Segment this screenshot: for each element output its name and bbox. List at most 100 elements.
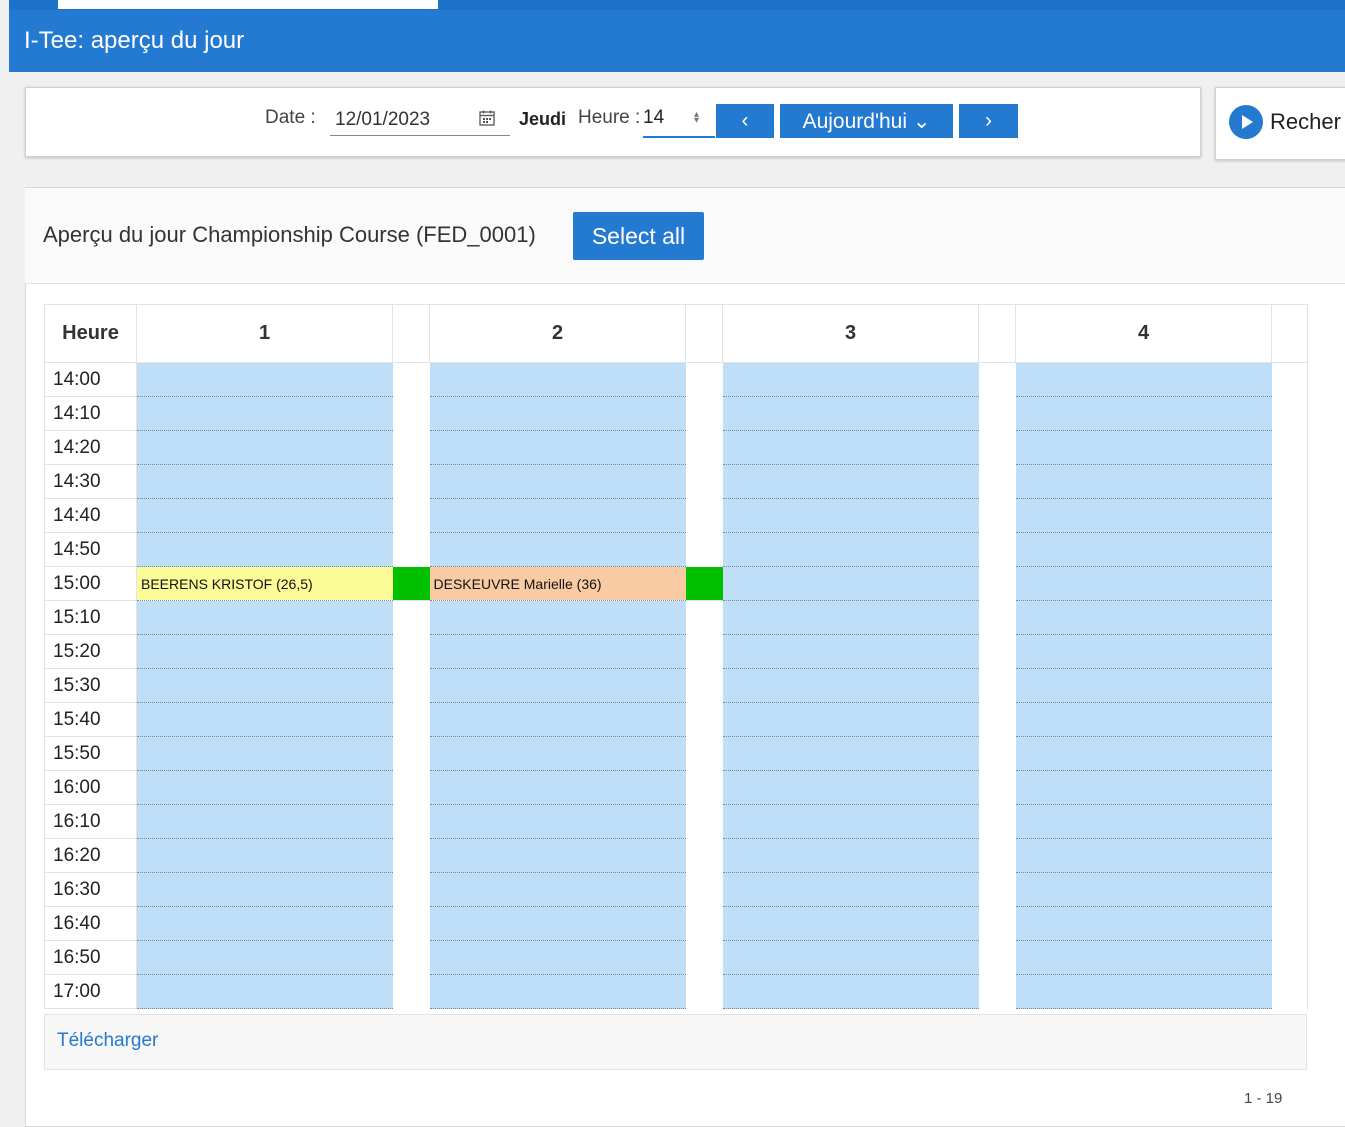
tee-slot[interactable] bbox=[136, 736, 393, 771]
tee-slot[interactable] bbox=[429, 838, 686, 873]
column-header-4[interactable]: 4 bbox=[1015, 304, 1272, 363]
slot-spacer bbox=[978, 430, 1016, 465]
tee-slot[interactable] bbox=[1015, 362, 1272, 397]
tee-slot[interactable] bbox=[1015, 566, 1272, 601]
slot-spacer bbox=[978, 770, 1016, 805]
tee-slot[interactable] bbox=[1015, 464, 1272, 499]
tee-slot[interactable] bbox=[136, 600, 393, 635]
tee-slot[interactable] bbox=[429, 770, 686, 805]
tee-slot[interactable] bbox=[1015, 430, 1272, 465]
column-header-3[interactable]: 3 bbox=[722, 304, 979, 363]
tee-slot[interactable] bbox=[722, 362, 979, 397]
time-cell: 15:50 bbox=[44, 736, 137, 771]
tee-slot[interactable] bbox=[429, 430, 686, 465]
search-button[interactable]: Recher bbox=[1228, 104, 1341, 140]
tee-slot[interactable] bbox=[429, 396, 686, 431]
tee-slot[interactable] bbox=[429, 532, 686, 567]
tee-slot[interactable] bbox=[136, 498, 393, 533]
tee-slot[interactable] bbox=[136, 906, 393, 941]
tee-slot[interactable] bbox=[722, 906, 979, 941]
tee-slot[interactable] bbox=[429, 940, 686, 975]
tee-slot[interactable] bbox=[136, 532, 393, 567]
tee-slot[interactable] bbox=[136, 872, 393, 907]
tee-slot[interactable] bbox=[722, 566, 979, 601]
tee-slot[interactable] bbox=[1015, 906, 1272, 941]
tee-slot[interactable] bbox=[429, 804, 686, 839]
tee-slot[interactable] bbox=[429, 668, 686, 703]
tee-slot[interactable] bbox=[1015, 974, 1272, 1009]
tee-slot[interactable] bbox=[722, 634, 979, 669]
tee-slot[interactable] bbox=[1015, 872, 1272, 907]
tee-slot[interactable] bbox=[136, 804, 393, 839]
tee-slot[interactable] bbox=[722, 600, 979, 635]
tee-slot[interactable] bbox=[429, 906, 686, 941]
tee-slot[interactable] bbox=[136, 430, 393, 465]
tee-slot[interactable] bbox=[429, 736, 686, 771]
column-header-1[interactable]: 1 bbox=[136, 304, 393, 363]
tee-slot[interactable] bbox=[429, 872, 686, 907]
tee-slot[interactable] bbox=[429, 974, 686, 1009]
slot-spacer bbox=[392, 634, 430, 669]
tee-slot[interactable] bbox=[722, 736, 979, 771]
tee-slot[interactable] bbox=[136, 940, 393, 975]
tee-slot[interactable] bbox=[1015, 532, 1272, 567]
tee-slot[interactable] bbox=[136, 974, 393, 1009]
tee-slot[interactable] bbox=[1015, 804, 1272, 839]
tee-slot[interactable] bbox=[1015, 770, 1272, 805]
tee-slot[interactable] bbox=[722, 702, 979, 737]
tee-slot[interactable] bbox=[722, 532, 979, 567]
tee-slot[interactable] bbox=[1015, 600, 1272, 635]
tee-slot[interactable] bbox=[1015, 396, 1272, 431]
tee-slot[interactable] bbox=[136, 838, 393, 873]
tee-slot[interactable] bbox=[429, 702, 686, 737]
tee-slot[interactable] bbox=[722, 974, 979, 1009]
previous-button[interactable]: ‹ bbox=[716, 104, 774, 138]
tee-slot[interactable] bbox=[429, 600, 686, 635]
tee-slot[interactable] bbox=[1015, 668, 1272, 703]
tee-slot[interactable] bbox=[136, 396, 393, 431]
tee-slot[interactable] bbox=[136, 464, 393, 499]
time-cell: 16:40 bbox=[44, 906, 137, 941]
select-all-button[interactable]: Select all bbox=[573, 212, 704, 260]
tee-slot[interactable] bbox=[722, 668, 979, 703]
slot-spacer bbox=[392, 396, 430, 431]
tee-slot[interactable] bbox=[429, 634, 686, 669]
tee-slot[interactable] bbox=[722, 872, 979, 907]
tee-slot[interactable] bbox=[136, 770, 393, 805]
tee-slot[interactable] bbox=[722, 770, 979, 805]
slot-spacer bbox=[1271, 872, 1308, 907]
tee-slot[interactable] bbox=[429, 362, 686, 397]
tee-slot[interactable] bbox=[722, 838, 979, 873]
booking-cell[interactable]: BEERENS KRISTOF (26,5) bbox=[136, 566, 393, 601]
tee-slot[interactable] bbox=[136, 634, 393, 669]
tee-slot[interactable] bbox=[429, 498, 686, 533]
card-title: Aperçu du jour Championship Course (FED_… bbox=[43, 222, 536, 247]
slot-spacer bbox=[392, 430, 430, 465]
tee-slot[interactable] bbox=[136, 702, 393, 737]
slot-spacer bbox=[1271, 906, 1308, 941]
top-tab[interactable] bbox=[58, 0, 438, 9]
tee-slot[interactable] bbox=[722, 396, 979, 431]
tee-slot[interactable] bbox=[722, 498, 979, 533]
hour-field[interactable] bbox=[643, 104, 715, 138]
tee-slot[interactable] bbox=[722, 804, 979, 839]
calendar-icon[interactable] bbox=[478, 109, 496, 127]
tee-slot[interactable] bbox=[1015, 702, 1272, 737]
spinner-icon[interactable]: ▴ ▾ bbox=[694, 110, 699, 126]
column-header-2[interactable]: 2 bbox=[429, 304, 686, 363]
next-button[interactable]: › bbox=[959, 104, 1018, 138]
today-button[interactable]: Aujourd'hui ⌄ bbox=[780, 104, 953, 138]
tee-slot[interactable] bbox=[722, 430, 979, 465]
tee-slot[interactable] bbox=[1015, 498, 1272, 533]
tee-slot[interactable] bbox=[136, 668, 393, 703]
tee-slot[interactable] bbox=[1015, 838, 1272, 873]
tee-slot[interactable] bbox=[136, 362, 393, 397]
tee-slot[interactable] bbox=[1015, 634, 1272, 669]
tee-slot[interactable] bbox=[1015, 736, 1272, 771]
tee-slot[interactable] bbox=[722, 940, 979, 975]
download-link[interactable]: Télécharger bbox=[57, 1030, 158, 1052]
booking-cell[interactable]: DESKEUVRE Marielle (36) bbox=[429, 566, 686, 601]
tee-slot[interactable] bbox=[722, 464, 979, 499]
tee-slot[interactable] bbox=[429, 464, 686, 499]
tee-slot[interactable] bbox=[1015, 940, 1272, 975]
